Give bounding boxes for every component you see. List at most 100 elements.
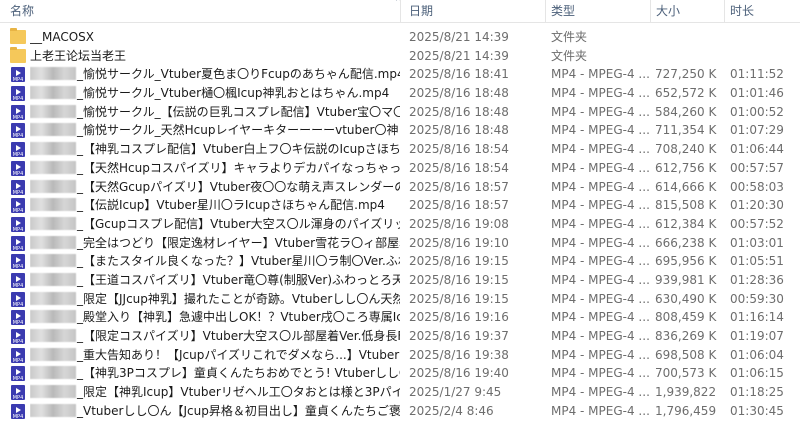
file-size: [655, 47, 717, 66]
mp4-file-icon: [11, 198, 25, 214]
file-name: _【天然Gcupパイズリ】Vtuber夜〇〇な萌え声スレンダーの天...: [30, 178, 400, 197]
file-duration: 01:06:04: [730, 347, 784, 362]
file-name-text: _殿堂入り【神乳】急遽中出しOK！？Vtuber戌〇ころ専属Icup...: [77, 310, 400, 325]
file-duration: 00:58:03: [730, 179, 784, 194]
file-size: 584,260 KB: [655, 104, 717, 119]
mp4-file-icon: [11, 272, 25, 289]
file-date: 2025/8/16 18:48: [409, 86, 509, 101]
file-type: MP4 - MPEG-4 ...: [551, 179, 650, 194]
file-type: MP4 - MPEG-4 ...: [551, 366, 650, 381]
file-type: MP4 - MPEG-4 ...: [551, 329, 650, 343]
file-type: MP4 - MPEG-4 ...: [551, 272, 650, 287]
file-duration: 01:19:07: [730, 329, 784, 343]
file-name: __MACOSX: [30, 28, 400, 47]
file-row[interactable]: _【Gcupコスプレ配信】Vtuber大空ス〇ル渾身のパイズリッ!... 2025…: [0, 215, 800, 234]
file-name-text: _【神乳3Pコスプレ】童貞くんたちおめでとう! Vtuberしし〇...: [77, 366, 400, 381]
file-name-text: _限定【神乳Icup】Vtuberリゼヘル工〇タおとは様と3Pパイズ...: [77, 385, 400, 400]
file-name: _愉悦サークル_Vtuber樋〇楓Icup神乳おとはちゃん.mp4: [30, 84, 400, 103]
file-name: _完全はつどり【限定逸材レイヤー】Vtuber雪花ラ〇ィ部屋着V...: [30, 234, 400, 253]
file-row[interactable]: _完全はつどり【限定逸材レイヤー】Vtuber雪花ラ〇ィ部屋着V... 2025/…: [0, 234, 800, 253]
file-row[interactable]: _【神乳コスプレ配信】Vtuber白上フ〇キ伝説のIcupさほちゃ... 2025…: [0, 140, 800, 159]
file-name: _【伝説Icup】Vtuber星川〇ラIcupさほちゃん配信.mp4: [30, 196, 400, 215]
file-row[interactable]: _殿堂入り【神乳】急遽中出しOK！？Vtuber戌〇ころ専属Icup... 202…: [0, 308, 800, 327]
file-size: 727,250 KB: [655, 67, 717, 82]
file-duration: 01:00:52: [730, 104, 784, 119]
file-row[interactable]: _【またスタイル良くなった？】Vtuber星川〇ラ制〇Ver.ふわっ... 202…: [0, 252, 800, 271]
file-name: _限定【JJcup神乳】撮れたことが奇跡。Vtuberしし〇ん天然J...: [30, 290, 400, 309]
column-header-date[interactable]: 日期: [409, 0, 433, 22]
file-name: _【またスタイル良くなった？】Vtuber星川〇ラ制〇Ver.ふわっ...: [30, 252, 400, 271]
file-size: 666,238 KB: [655, 235, 717, 250]
file-name: 上老王论坛当老王: [30, 47, 400, 66]
mp4-file-icon: [11, 123, 25, 139]
file-row[interactable]: _限定【神乳Icup】Vtuberリゼヘル工〇タおとは様と3Pパイズ... 202…: [0, 383, 800, 402]
column-header-bar: ^ 名称 日期 类型 大小 时长: [0, 0, 800, 23]
file-row[interactable]: _【伝説Icup】Vtuber星川〇ラIcupさほちゃん配信.mp4 2025/8…: [0, 196, 800, 215]
file-duration: 01:03:01: [730, 235, 784, 250]
file-duration: 01:05:51: [730, 254, 784, 269]
file-duration: 01:30:45: [730, 403, 784, 418]
folder-row[interactable]: 上老王论坛当老王 2025/8/21 14:39 文件夹: [0, 46, 800, 66]
redacted-blur: [30, 310, 76, 324]
file-row[interactable]: _【天然Gcupパイズリ】Vtuber夜〇〇な萌え声スレンダーの天... 2025…: [0, 178, 800, 197]
file-duration: 01:18:25: [730, 385, 784, 400]
file-name: _【神乳コスプレ配信】Vtuber白上フ〇キ伝説のIcupさほちゃ...: [30, 140, 400, 159]
file-row[interactable]: _Vtuberしし〇ん【Jcup昇格＆初目出し】童貞くんたちご褒美... 2025…: [0, 402, 800, 421]
file-duration: 01:06:15: [730, 366, 784, 381]
file-row[interactable]: _【限定コスパイズリ】Vtuber大空ス〇ル部屋着Ver.低身長Fcu... 20…: [0, 327, 800, 346]
file-date: 2025/8/21 14:39: [409, 30, 509, 44]
redacted-blur: [30, 142, 76, 156]
file-date: 2025/8/16 19:40: [409, 366, 509, 381]
column-divider[interactable]: [724, 0, 725, 22]
mp4-file-icon: [11, 366, 25, 382]
file-name: _重大告知あり！【Jcupパイズリこれでダメなら...】Vtuberリ...: [30, 346, 400, 365]
file-row[interactable]: _【天然Hcupコスパイズリ】キャラよりデカパイなっちゃった... 2025/8/…: [0, 159, 800, 178]
file-type: 文件夹: [551, 30, 588, 44]
column-header-name[interactable]: 名称: [10, 0, 34, 22]
column-header-duration[interactable]: 时长: [730, 0, 754, 22]
file-type: MP4 - MPEG-4 ...: [551, 160, 650, 175]
file-duration: 01:11:52: [730, 67, 784, 82]
file-row[interactable]: _愉悦サークル_Vtuber樋〇楓Icup神乳おとはちゃん.mp4 2025/8/…: [0, 84, 800, 103]
mp4-file-icon: [11, 310, 25, 326]
file-date: 2025/8/16 19:15: [409, 291, 509, 306]
file-row[interactable]: _【王道コスパイズリ】Vtuber竜〇尊(制服Ver)ふわっとろ天然... 202…: [0, 271, 800, 290]
file-duration: 00:59:30: [730, 291, 784, 306]
mp4-file-icon: [11, 179, 25, 196]
file-date: 2025/8/16 19:37: [409, 329, 509, 343]
file-name-text: 上老王论坛当老王: [30, 48, 127, 63]
file-row[interactable]: _限定【JJcup神乳】撮れたことが奇跡。Vtuberしし〇ん天然J... 202…: [0, 290, 800, 309]
file-name-text: _【神乳コスプレ配信】Vtuber白上フ〇キ伝説のIcupさほちゃ...: [77, 142, 400, 157]
file-type: MP4 - MPEG-4 ...: [551, 347, 650, 362]
column-header-type[interactable]: 类型: [551, 0, 575, 22]
column-header-size[interactable]: 大小: [656, 0, 680, 22]
file-type: MP4 - MPEG-4 ...: [551, 198, 650, 213]
folder-row[interactable]: __MACOSX 2025/8/21 14:39 文件夹: [0, 28, 800, 47]
redacted-blur: [30, 254, 76, 268]
file-row[interactable]: _愉悦サークル_【伝説の巨乳コスプレ配信】Vtuber宝〇マ〇ン... 2025/…: [0, 103, 800, 122]
file-type: MP4 - MPEG-4 ...: [551, 104, 650, 119]
file-name-text: _限定【JJcup神乳】撮れたことが奇跡。Vtuberしし〇ん天然J...: [77, 291, 400, 306]
file-row[interactable]: _愉悦サークル_Vtuber夏色ま〇りFcupのあちゃん配信.mp4 2025/8…: [0, 65, 800, 84]
file-type: MP4 - MPEG-4 ...: [551, 403, 650, 418]
mp4-file-icon: [11, 216, 25, 233]
file-row[interactable]: _愉悦サークル_天然Hcupレイヤーキターーーーvtuber〇神こ... 2025…: [0, 121, 800, 140]
mp4-file-icon: [11, 142, 25, 158]
file-type: 文件夹: [551, 48, 588, 63]
file-duration: 00:57:57: [730, 160, 784, 175]
column-divider[interactable]: [400, 0, 401, 22]
file-size: 700,573 KB: [655, 366, 717, 381]
file-size: 808,459 KB: [655, 310, 717, 325]
mp4-file-icon: [11, 403, 25, 420]
file-type: MP4 - MPEG-4 ...: [551, 291, 650, 306]
file-type: MP4 - MPEG-4 ...: [551, 123, 650, 138]
mp4-file-icon: [11, 254, 25, 270]
file-size: 698,508 KB: [655, 347, 717, 362]
file-row[interactable]: _重大告知あり！【Jcupパイズリこれでダメなら...】Vtuberリ... 20…: [0, 346, 800, 365]
file-date: 2025/8/16 18:57: [409, 179, 509, 194]
file-type: MP4 - MPEG-4 ...: [551, 86, 650, 101]
file-type: MP4 - MPEG-4 ...: [551, 67, 650, 82]
file-row[interactable]: _【神乳3Pコスプレ】童貞くんたちおめでとう! Vtuberしし〇... 2025…: [0, 364, 800, 383]
column-divider[interactable]: [545, 0, 546, 22]
column-divider[interactable]: [650, 0, 651, 22]
